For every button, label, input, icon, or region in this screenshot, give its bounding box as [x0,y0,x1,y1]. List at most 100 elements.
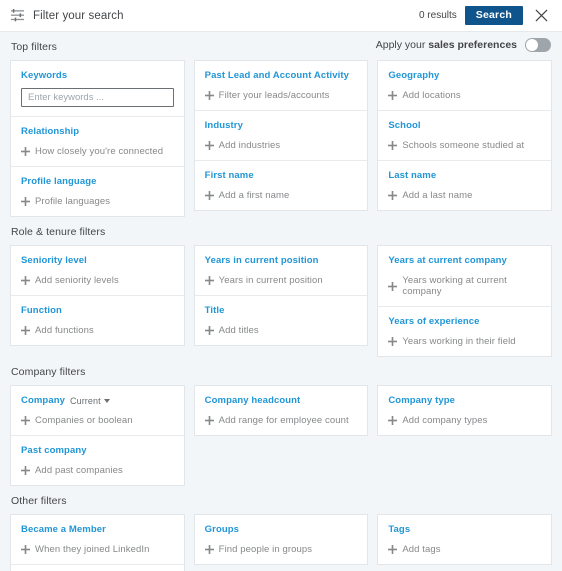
plus-icon [21,466,30,475]
filter-card-title-text: Company [21,395,65,406]
filter-card-title[interactable]: Past company [21,445,174,456]
filter-add-action[interactable]: Add a last name [388,190,541,201]
filter-add-action[interactable]: Add a first name [204,190,358,201]
filter-card-keywords[interactable]: Keywords [11,61,184,117]
filter-card-title[interactable]: Years of experience [388,316,541,327]
filter-card-profile-language[interactable]: Profile language Profile languages [11,167,184,216]
filter-add-action[interactable]: When they joined LinkedIn [21,544,174,555]
section-top-filters: Top filters Keywords Relationship How close… [0,32,562,217]
filter-card-title[interactable]: Years at current company [388,255,541,266]
filter-card-title-text: Tags [388,524,411,535]
filter-add-action[interactable]: Add locations [388,90,541,101]
filter-card-title[interactable]: Groups [205,524,358,535]
filter-add-action[interactable]: Add titles [204,325,358,336]
filter-card-groups[interactable]: Groups Find people in groups [195,515,368,564]
filter-card-title[interactable]: Tags [388,524,541,535]
plus-icon [388,337,398,346]
filter-card-title[interactable]: Company type [388,395,541,406]
filter-add-action-label: Add seniority levels [35,275,119,286]
filter-card-seniority-level[interactable]: Seniority level Add seniority levels [11,246,184,296]
filter-card-relationship[interactable]: Relationship How closely you're connected [11,117,184,167]
filter-add-action[interactable]: Find people in groups [204,544,358,555]
filter-card-school[interactable]: School Schools someone studied at [378,111,552,161]
filter-add-action[interactable]: Add functions [21,325,174,336]
filter-add-action[interactable]: Add seniority levels [21,275,174,286]
filter-card-company[interactable]: Company Current Companies or boolean [11,386,184,436]
filter-card-title[interactable]: School [388,120,541,131]
close-button[interactable] [530,5,552,27]
header-right-group: 0 results Search [419,5,552,27]
filter-card-years-in-current-position[interactable]: Years in current position Years in curren… [194,246,368,296]
search-button[interactable]: Search [464,5,523,26]
filter-card-title[interactable]: Title [205,305,358,316]
filter-add-action-label: Profile languages [35,196,111,207]
filter-add-action[interactable]: Years working at current company [388,275,541,297]
filter-column-group: Seniority level Add seniority levels Funct… [10,245,553,357]
filter-card-years-at-current-company[interactable]: Years at current company Years working at… [378,246,552,307]
filter-card-title[interactable]: Last name [388,170,541,181]
filter-card-function[interactable]: Function Add functions [11,296,184,345]
filter-card-first-name[interactable]: First name Add a first name [195,161,368,210]
plus-icon [388,141,398,150]
filter-add-action-label: Years in current position [218,275,323,286]
filter-add-action[interactable]: Years working in their field [388,336,541,347]
filter-card-title[interactable]: Company headcount [205,395,358,406]
filter-card-title-text: Became a Member [21,524,106,535]
filter-card-title-text: Seniority level [21,255,87,266]
filter-card-title[interactable]: First name [205,170,358,181]
filter-add-action[interactable]: Profile languages [21,196,174,207]
filter-add-action[interactable]: Schools someone studied at [388,140,541,151]
filter-card-tags[interactable]: Tags Add tags [378,515,551,564]
filter-column: Company headcount Add range for employee … [193,385,369,436]
filter-card-title[interactable]: Function [21,305,174,316]
plus-icon [204,191,214,200]
keywords-input[interactable] [21,88,174,107]
header-left-group: Filter your search [11,9,419,22]
filter-card-title[interactable]: Title Add titles [195,296,368,345]
filter-panel-header: Filter your search 0 results Search [0,0,562,32]
filter-column: Past Lead and Account Activity Filter you… [193,60,369,211]
plus-icon [388,545,398,554]
filter-card-industry[interactable]: Industry Add industries [194,111,368,161]
filter-column: Company Current Companies or boolean Past c… [10,385,185,486]
filter-add-action[interactable]: Add company types [388,415,541,426]
filter-card-title[interactable]: Became a Member [21,524,174,535]
filter-card-title[interactable]: Company Current [21,395,174,406]
filter-add-action[interactable]: Add range for employee count [204,415,358,426]
filter-card-company-headcount[interactable]: Company headcount Add range for employee … [195,386,368,435]
filter-add-action[interactable]: Filter your leads/accounts [204,90,358,101]
filter-card-title[interactable]: Industry [205,120,358,131]
filter-add-action-label: Add a first name [218,190,290,201]
filter-card-title[interactable]: Past Lead and Account Activity [205,70,358,81]
filter-add-action-label: Find people in groups [218,544,313,555]
filter-add-action[interactable]: Add industries [204,140,358,151]
filter-add-action[interactable]: Years in current position [204,275,358,286]
filter-card-past-company[interactable]: Past company Add past companies [11,436,184,485]
filter-card-became-a-member[interactable]: Became a Member When they joined LinkedIn [11,515,184,565]
filter-add-action[interactable]: Add tags [388,544,541,555]
filter-card-title[interactable]: Profile language [21,176,174,187]
filter-card-posted-content-keywords[interactable]: Posted content keywordsAdd keywords [11,565,184,571]
sliders-icon [11,9,24,22]
section-title: Top filters [11,41,58,53]
filter-card-title[interactable]: Years in current position [205,255,358,266]
filter-card-title[interactable]: Seniority level [21,255,174,266]
filter-card-title-text: Title [204,305,225,316]
filter-add-action[interactable]: How closely you're connected [21,146,174,157]
filters-scroll-area[interactable]: Top filters Keywords Relationship How close… [0,32,562,571]
filter-card-title[interactable]: Relationship [21,126,174,137]
filter-card-geography[interactable]: Geography Add locations [378,61,552,111]
filter-card-title[interactable]: Geography [388,70,541,81]
filter-add-action[interactable]: Add past companies [21,465,174,476]
filter-column: Groups Find people in groups [193,514,369,565]
filter-add-action[interactable]: Companies or boolean [21,415,174,426]
filter-card-last-name[interactable]: Last name Add a last name [378,161,551,210]
filter-card-past-lead-and-account-activity[interactable]: Past Lead and Account Activity Filter you… [194,61,368,111]
filter-card-title[interactable]: Keywords [21,70,174,81]
chevron-down-icon[interactable] [103,398,110,403]
filter-card-company-type[interactable]: Company type Add company types [378,386,551,435]
section-other-filters: Other filters Became a Member When they jo… [0,486,562,571]
filter-card-years-of-experience[interactable]: Years of experience Years working in thei… [378,307,551,356]
plus-icon [21,326,30,335]
filter-add-action-label: Add company types [402,415,488,426]
